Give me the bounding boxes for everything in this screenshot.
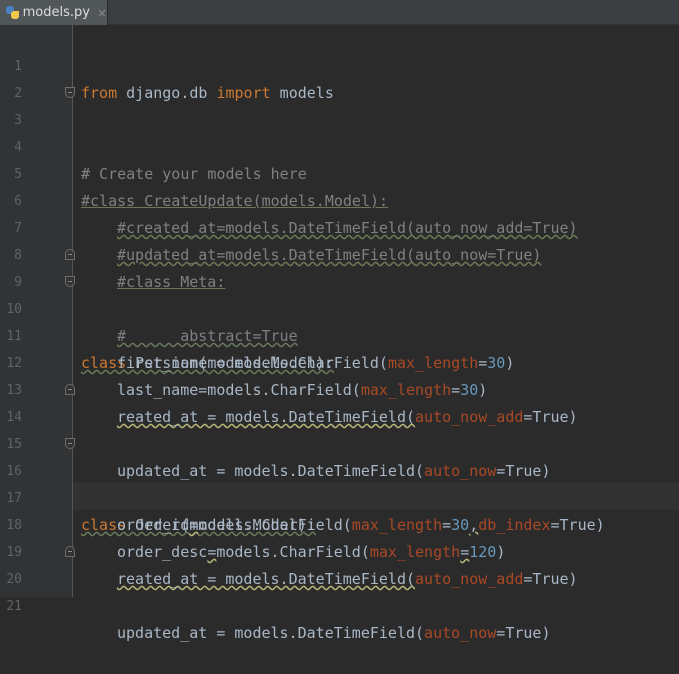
tab-label: models.py [22, 5, 90, 20]
fold-marker-icon[interactable] [65, 249, 75, 260]
tab-models-py[interactable]: models.py × [0, 0, 108, 25]
fold-marker-icon[interactable] [65, 438, 75, 449]
code-line: 5 #class CreateUpdate(models.Model): [0, 134, 679, 210]
code-line: 14 updated_at = models.DateTimeField(aut… [0, 377, 679, 480]
code-line: 18 order_desc=models.CharField(max_lengt… [0, 485, 679, 561]
code-line: 17 order_id=models.CharField(max_length=… [0, 458, 679, 534]
line-content: updated_at = models.DateTimeField(auto_n… [117, 624, 551, 642]
code-line: 4 # [0, 107, 679, 183]
python-file-icon [6, 5, 19, 20]
code-line: 20 updated_at = models.DateTimeField(aut… [0, 539, 679, 642]
code-line: 13 reated_at = models.DateTimeField(auto… [0, 350, 679, 426]
fold-marker-icon[interactable] [65, 384, 75, 395]
fold-marker-icon[interactable] [65, 276, 75, 287]
code-line: 21 [0, 566, 679, 614]
fold-marker-icon[interactable] [65, 546, 75, 557]
code-line: 16 class Order(models.Model): [0, 431, 679, 534]
close-tab-icon[interactable]: × [97, 6, 107, 20]
code-line: 9 # abstract=True [0, 242, 679, 345]
code-line: 8 #class Meta: [0, 215, 679, 291]
code-line: 6 #created_at=models.DateTimeField(auto_… [0, 161, 679, 237]
code-line: 10 class Persion(models.Model): [0, 269, 679, 372]
code-editor[interactable]: 1 from django.db import models 2 3 # Cre… [0, 25, 679, 642]
code-line: 2 [0, 53, 679, 101]
code-line: 7 #updated_at=models.DateTimeField(auto_… [0, 188, 679, 264]
line-number: 21 [6, 599, 22, 614]
code-line: 11 first_name = models.CharField(max_len… [0, 296, 679, 372]
code-line: 12 last_name=models.CharField(max_length… [0, 323, 679, 399]
editor-tab-bar: models.py × [0, 0, 679, 25]
code-line: 1 from django.db import models [0, 26, 679, 102]
code-line: 3 # Create your models here [0, 80, 679, 183]
code-line: 19 reated_at = models.DateTimeField(auto… [0, 512, 679, 588]
code-line: 15 [0, 404, 679, 452]
fold-marker-icon[interactable] [65, 87, 75, 98]
